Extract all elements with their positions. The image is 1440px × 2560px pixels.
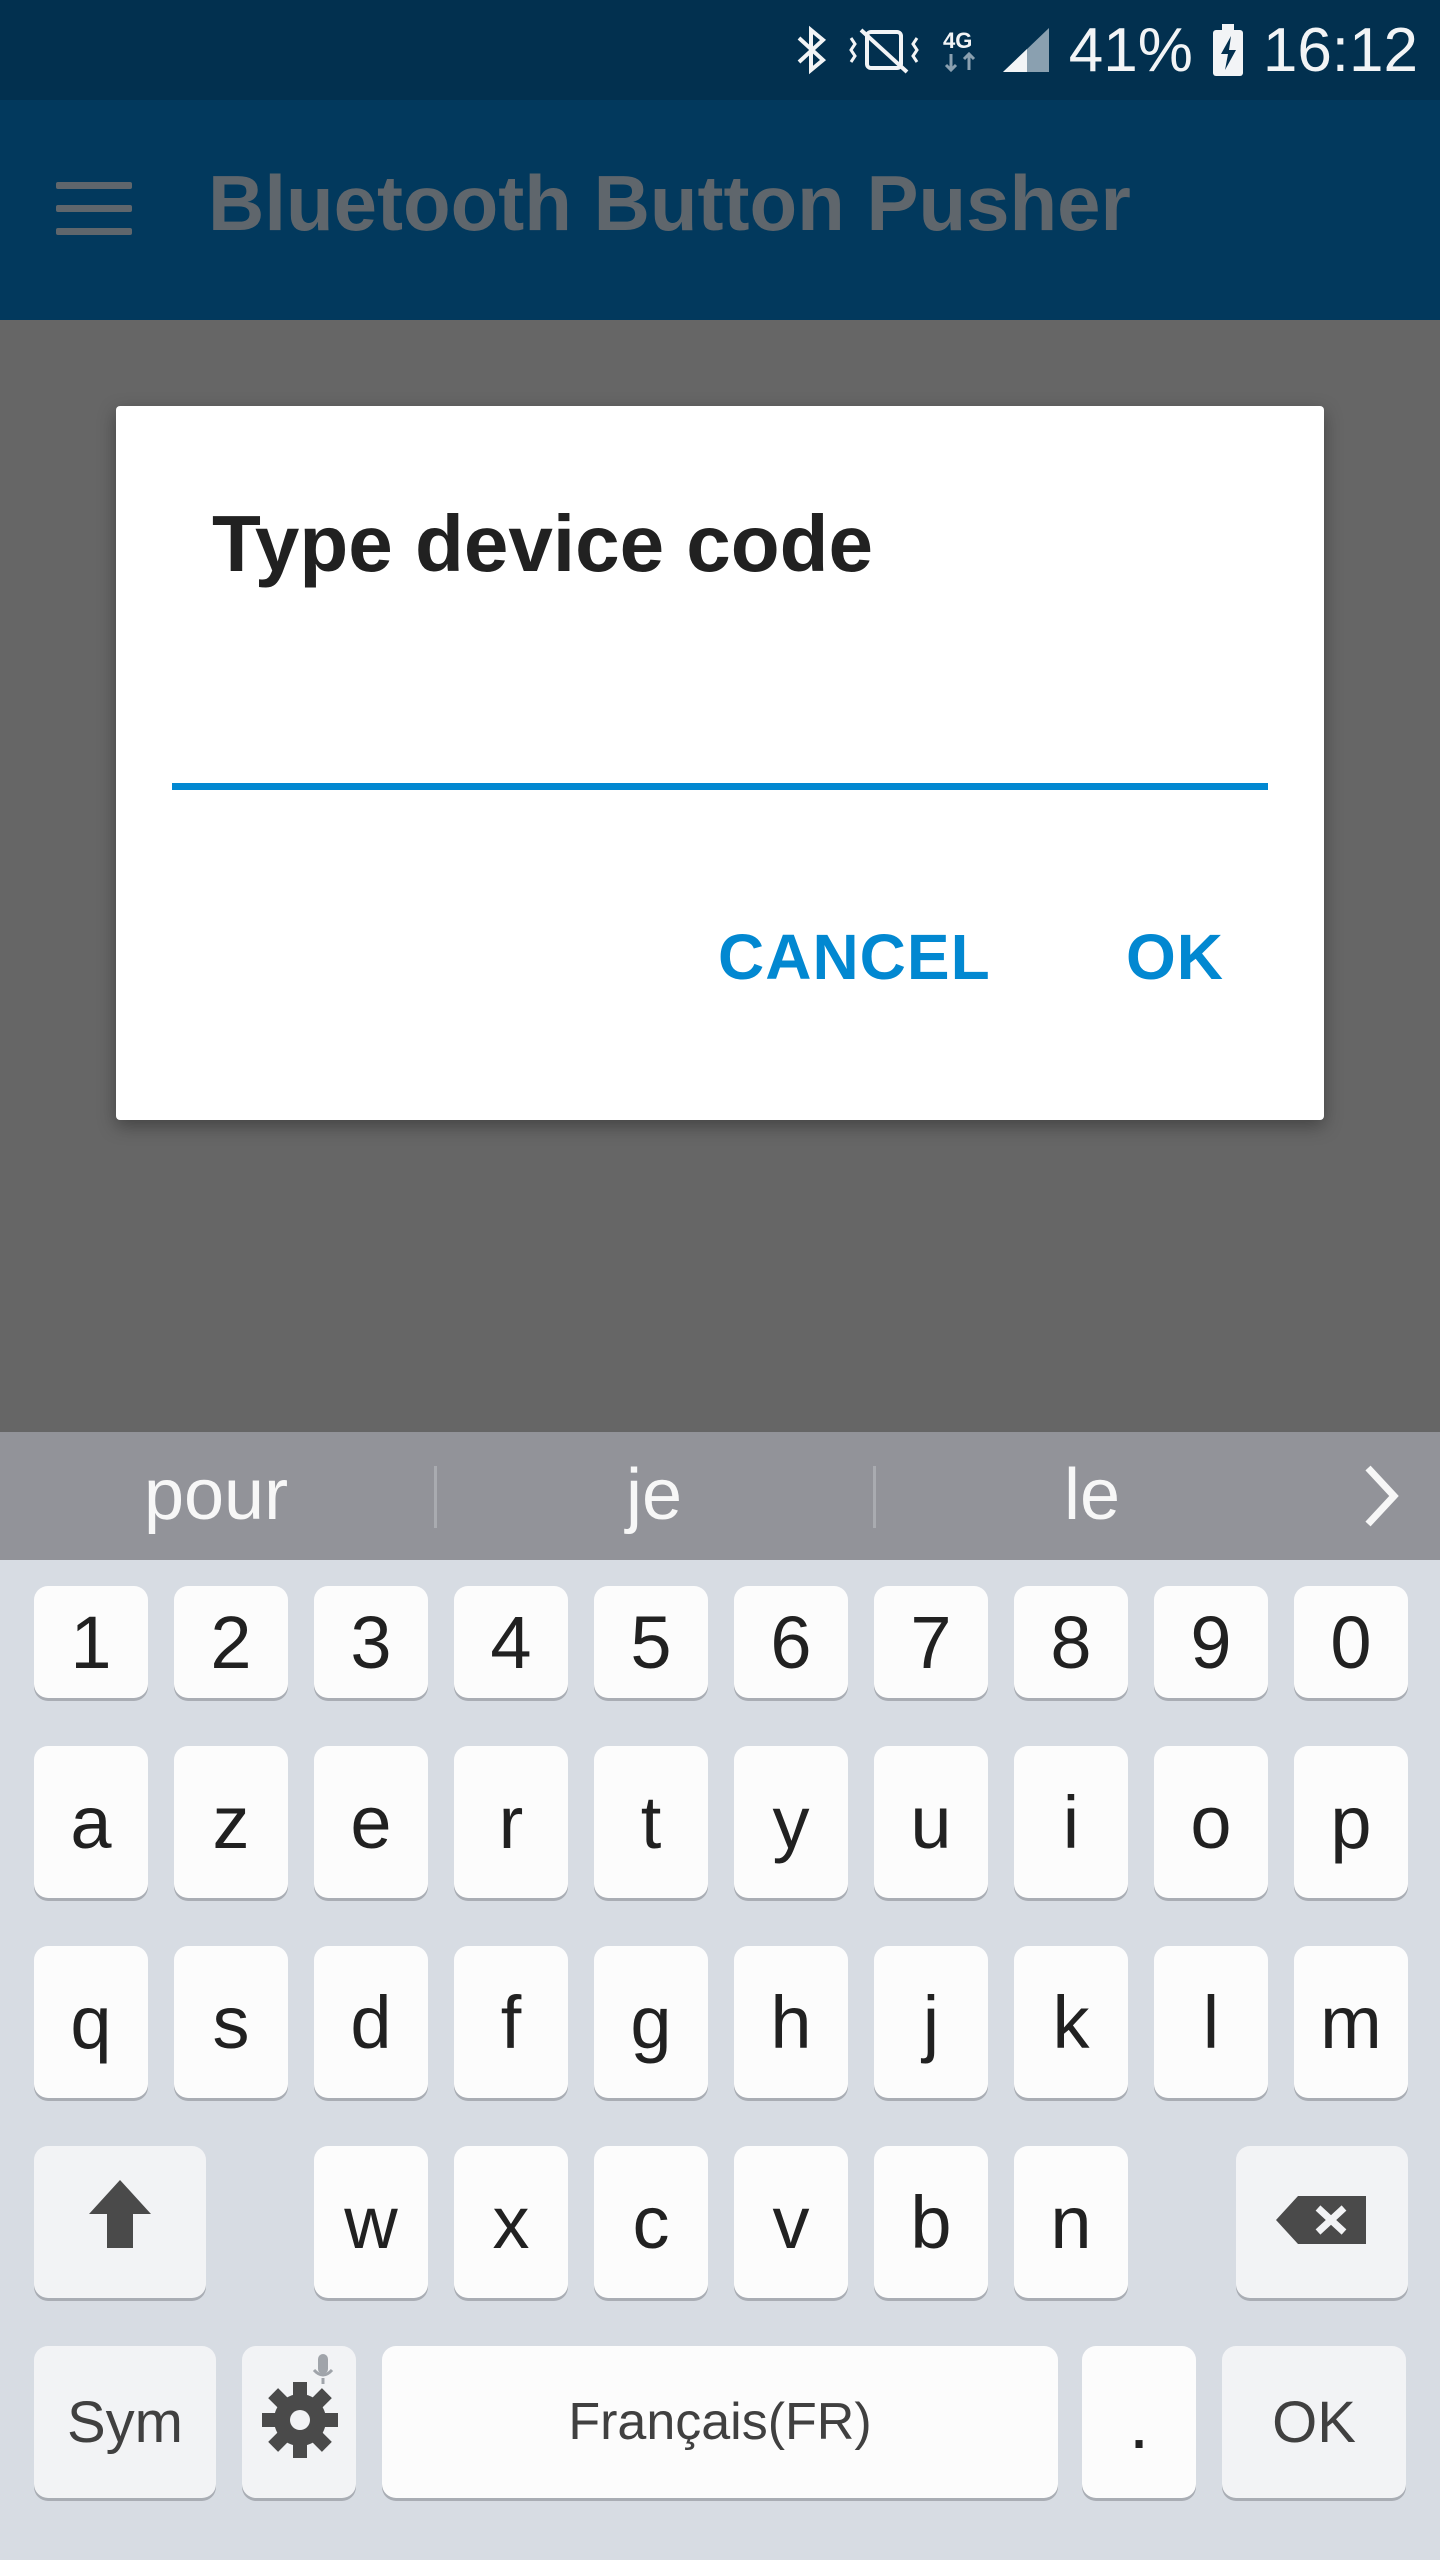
suggestion-item[interactable]: le — [962, 1454, 1222, 1536]
key-5[interactable]: 5 — [594, 1586, 708, 1698]
suggestion-divider — [434, 1466, 437, 1528]
sym-key[interactable]: Sym — [34, 2346, 216, 2498]
device-code-dialog: Type device code CANCEL OK — [116, 406, 1324, 1120]
suggestion-item[interactable]: je — [524, 1454, 784, 1536]
clock: 16:12 — [1262, 15, 1418, 85]
key-d[interactable]: d — [314, 1946, 428, 2098]
dialog-title: Type device code — [212, 499, 874, 588]
key-f[interactable]: f — [454, 1946, 568, 2098]
key-j[interactable]: j — [874, 1946, 988, 2098]
svg-text:4G: 4G — [943, 28, 972, 53]
key-o[interactable]: o — [1154, 1746, 1268, 1898]
signal-icon — [1001, 24, 1051, 76]
key-4[interactable]: 4 — [454, 1586, 568, 1698]
key-6[interactable]: 6 — [734, 1586, 848, 1698]
status-bar: 4G 41% 16:12 — [0, 0, 1440, 100]
key-z[interactable]: z — [174, 1746, 288, 1898]
app-title: Bluetooth Button Pusher — [208, 159, 1131, 247]
suggestion-divider — [873, 1466, 876, 1528]
key-3[interactable]: 3 — [314, 1586, 428, 1698]
key-k[interactable]: k — [1014, 1946, 1128, 2098]
ok-button[interactable]: OK — [1126, 920, 1224, 994]
network-4g-icon: 4G — [939, 24, 983, 76]
key-n[interactable]: n — [1014, 2146, 1128, 2298]
key-q[interactable]: q — [34, 1946, 148, 2098]
key-v[interactable]: v — [734, 2146, 848, 2298]
enter-key[interactable]: OK — [1222, 2346, 1406, 2498]
key-r[interactable]: r — [454, 1746, 568, 1898]
key-g[interactable]: g — [594, 1946, 708, 2098]
battery-charging-icon — [1211, 22, 1245, 78]
shift-icon — [85, 2176, 155, 2269]
key-2[interactable]: 2 — [174, 1586, 288, 1698]
key-e[interactable]: e — [314, 1746, 428, 1898]
cancel-button[interactable]: CANCEL — [718, 920, 991, 994]
key-w[interactable]: w — [314, 2146, 428, 2298]
device-code-input[interactable] — [172, 700, 1268, 790]
key-p[interactable]: p — [1294, 1746, 1408, 1898]
backspace-key[interactable] — [1236, 2146, 1408, 2298]
key-8[interactable]: 8 — [1014, 1586, 1128, 1698]
soft-keyboard: pour je le 1234567890azertyuiopqsdfghjkl… — [0, 1432, 1440, 2560]
suggestion-bar: pour je le — [0, 1432, 1440, 1560]
key-7[interactable]: 7 — [874, 1586, 988, 1698]
shift-key[interactable] — [34, 2146, 206, 2298]
key-i[interactable]: i — [1014, 1746, 1128, 1898]
app-bar: Bluetooth Button Pusher — [0, 100, 1440, 320]
key-u[interactable]: u — [874, 1746, 988, 1898]
key-a[interactable]: a — [34, 1746, 148, 1898]
key-b[interactable]: b — [874, 2146, 988, 2298]
menu-icon[interactable] — [56, 180, 136, 240]
key-t[interactable]: t — [594, 1746, 708, 1898]
key-x[interactable]: x — [454, 2146, 568, 2298]
key-c[interactable]: c — [594, 2146, 708, 2298]
key-y[interactable]: y — [734, 1746, 848, 1898]
key-h[interactable]: h — [734, 1946, 848, 2098]
bluetooth-icon — [793, 24, 829, 76]
key-0[interactable]: 0 — [1294, 1586, 1408, 1698]
vibrate-mute-icon — [847, 24, 921, 76]
gear-icon — [244, 2344, 354, 2501]
battery-percent: 41% — [1068, 15, 1193, 85]
suggestion-item[interactable]: pour — [86, 1454, 346, 1536]
status-icons: 4G 41% 16:12 — [793, 0, 1418, 100]
space-key[interactable]: Français(FR) — [382, 2346, 1058, 2498]
chevron-right-icon[interactable] — [1350, 1462, 1410, 1530]
settings-key[interactable] — [242, 2346, 356, 2498]
key-s[interactable]: s — [174, 1946, 288, 2098]
key-9[interactable]: 9 — [1154, 1586, 1268, 1698]
period-key[interactable]: . — [1082, 2346, 1196, 2498]
key-1[interactable]: 1 — [34, 1586, 148, 1698]
device-code-input-wrapper — [172, 406, 1268, 496]
key-l[interactable]: l — [1154, 1946, 1268, 2098]
backspace-icon — [1274, 2180, 1370, 2265]
key-m[interactable]: m — [1294, 1946, 1408, 2098]
